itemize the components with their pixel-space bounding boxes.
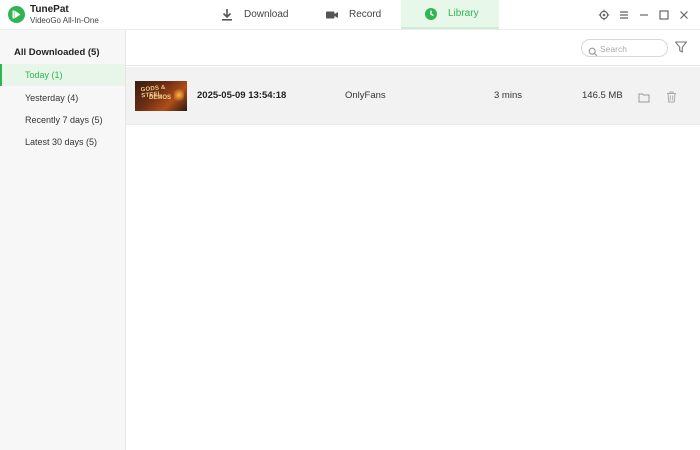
download-icon xyxy=(220,8,234,22)
sidebar-item-latest-30-days[interactable]: Latest 30 days (5) xyxy=(0,131,125,153)
row-datetime: 2025-05-09 13:54:18 xyxy=(197,90,287,101)
search-icon xyxy=(588,44,598,62)
app-name: TunePat xyxy=(30,4,69,15)
search-box[interactable] xyxy=(581,39,668,57)
filter-icon[interactable] xyxy=(674,40,688,59)
sidebar-item-yesterday[interactable]: Yesterday (4) xyxy=(0,87,125,109)
sidebar-item-recent-7-days[interactable]: Recently 7 days (5) xyxy=(0,109,125,131)
tab-library[interactable]: Library xyxy=(401,0,499,29)
row-duration: 3 mins xyxy=(494,90,522,101)
menu-icon[interactable] xyxy=(618,8,630,20)
video-camera-icon xyxy=(325,8,339,22)
app-subtitle: VideoGo All-In-One xyxy=(30,16,99,25)
video-thumbnail: GODS & STEEL DEMOS xyxy=(135,81,187,111)
row-size: 146.5 MB xyxy=(582,90,623,101)
search-input[interactable] xyxy=(600,42,664,55)
close-icon[interactable] xyxy=(678,8,690,20)
row-source: OnlyFans xyxy=(345,90,386,101)
title-bar: TunePat VideoGo All-In-One Download Reco… xyxy=(0,0,700,30)
sidebar: All Downloaded (5) Today (1) Yesterday (… xyxy=(0,30,126,450)
thumbnail-text-sub: DEMOS xyxy=(149,95,172,101)
settings-icon[interactable] xyxy=(598,8,610,21)
app-logo xyxy=(8,6,25,23)
clock-icon xyxy=(424,7,438,21)
library-empty-area xyxy=(126,126,700,450)
maximize-icon[interactable] xyxy=(658,8,670,20)
tab-record-label: Record xyxy=(349,9,382,20)
table-row[interactable]: GODS & STEEL DEMOS 2025-05-09 13:54:18 O… xyxy=(126,67,700,125)
sidebar-header-all-downloaded[interactable]: All Downloaded (5) xyxy=(14,47,100,58)
folder-icon[interactable] xyxy=(638,90,650,108)
tab-download[interactable]: Download xyxy=(220,0,330,29)
sidebar-item-today[interactable]: Today (1) xyxy=(0,64,125,86)
tab-library-label: Library xyxy=(448,8,479,19)
trash-icon[interactable] xyxy=(666,90,677,108)
tab-download-label: Download xyxy=(244,9,289,20)
minimize-icon[interactable] xyxy=(638,8,650,20)
library-toolbar xyxy=(126,30,700,66)
